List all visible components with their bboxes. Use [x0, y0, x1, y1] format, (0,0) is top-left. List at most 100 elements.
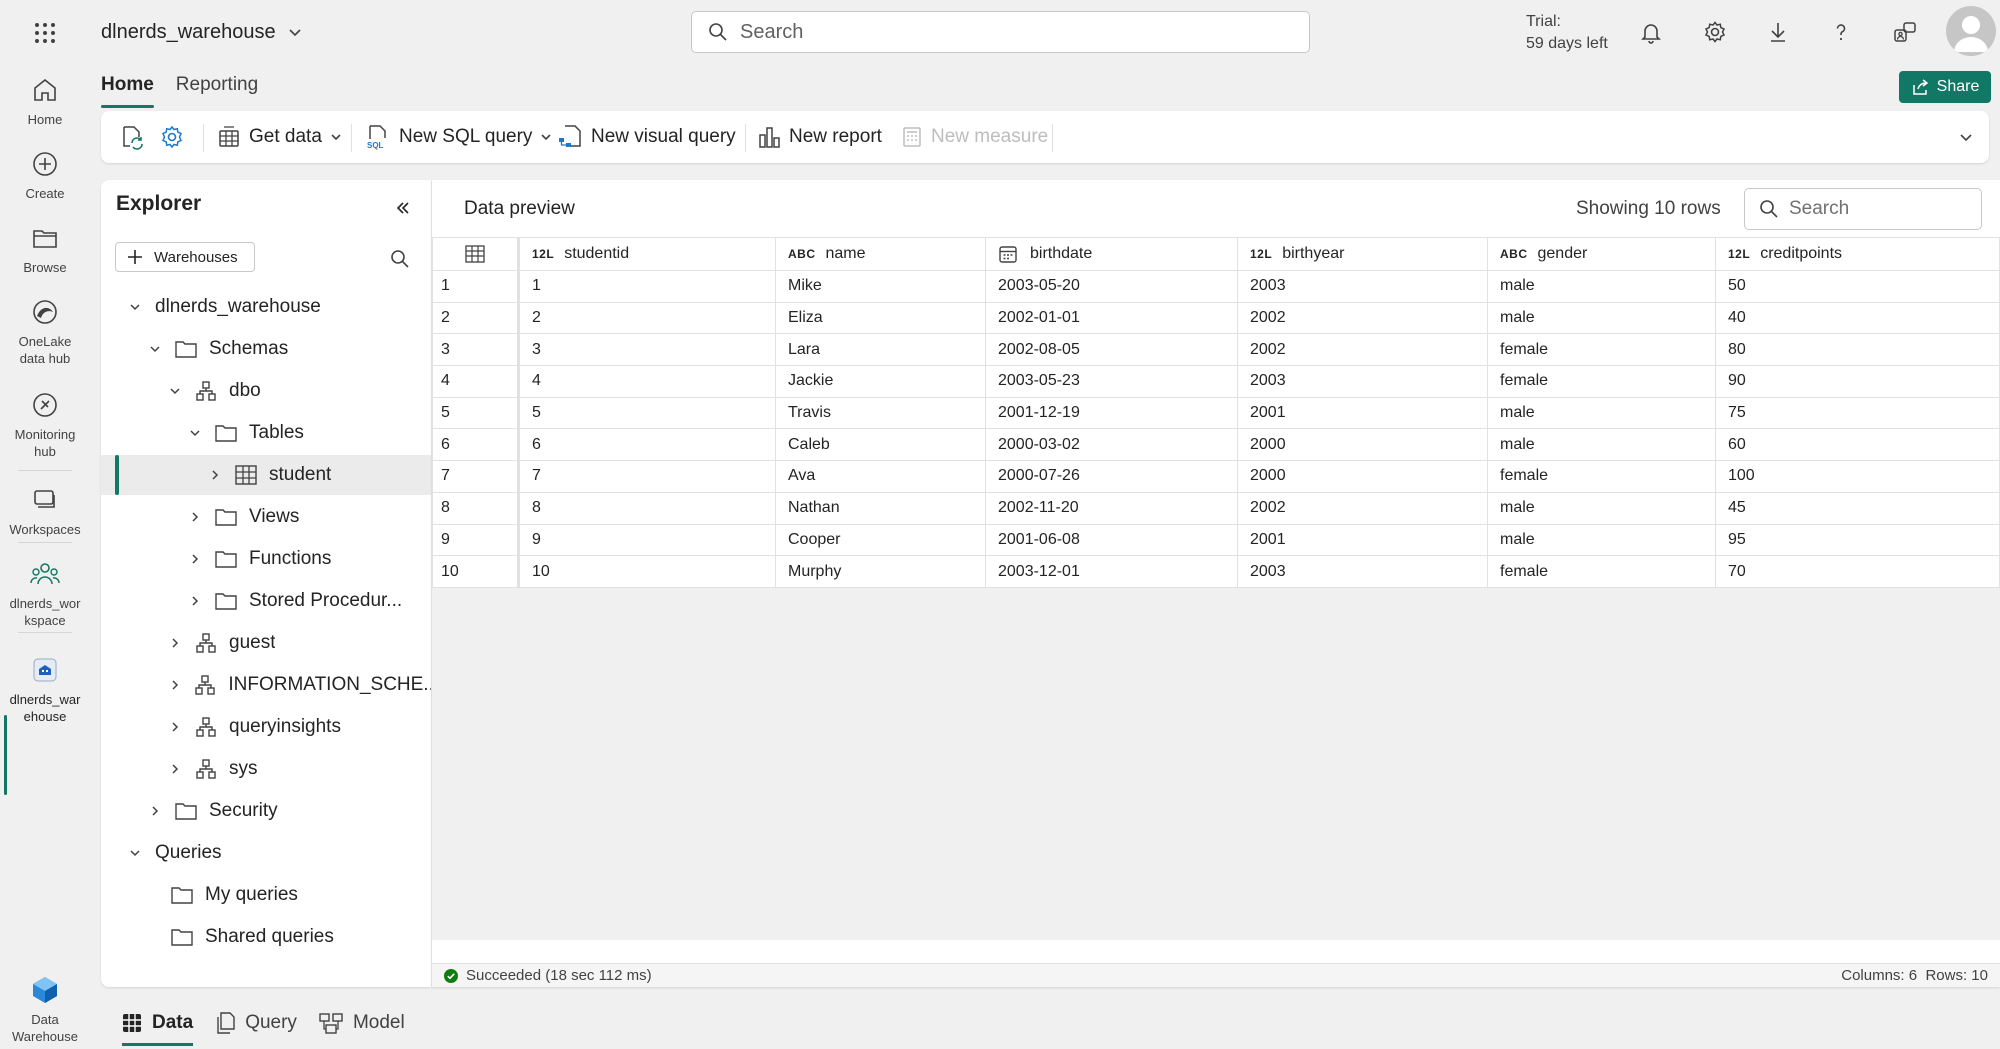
table-cell[interactable]: 2 — [518, 301, 776, 335]
rail-item-dlnerds-workspace[interactable]: dlnerds_workspace — [0, 558, 90, 629]
table-cell[interactable]: 2001 — [1237, 523, 1488, 557]
new-sql-query-button[interactable]: SQL New SQL query — [365, 111, 552, 163]
explorer-search-button[interactable] — [385, 244, 415, 274]
tree-item-security[interactable]: Security — [101, 791, 431, 831]
rail-item-home[interactable]: Home — [0, 74, 90, 128]
table-cell[interactable]: male — [1487, 270, 1716, 303]
rail-item-onelake[interactable]: OneLake data hub — [0, 296, 90, 367]
table-cell[interactable]: 8 — [518, 491, 776, 525]
row-number-cell[interactable]: 5 — [432, 396, 520, 430]
table-cell[interactable]: 40 — [1715, 301, 2000, 335]
table-cell[interactable]: 2000 — [1237, 460, 1488, 493]
table-cell[interactable]: male — [1487, 491, 1716, 525]
new-visual-query-button[interactable]: New visual query — [557, 111, 736, 163]
table-cell[interactable]: 2002 — [1237, 301, 1488, 335]
row-number-cell[interactable]: 4 — [432, 365, 520, 398]
table-cell[interactable]: 2002 — [1237, 491, 1488, 525]
table-cell[interactable]: 95 — [1715, 523, 2000, 557]
tree-item-queries[interactable]: Queries — [101, 833, 431, 873]
row-number-cell[interactable]: 7 — [432, 460, 520, 493]
rail-item-workspaces[interactable]: Workspaces — [0, 484, 90, 538]
table-cell[interactable]: 2003-12-01 — [985, 555, 1238, 588]
table-cell[interactable]: Mike — [775, 270, 986, 303]
settings-gear-icon[interactable] — [1697, 14, 1733, 50]
table-cell[interactable]: 7 — [518, 460, 776, 493]
table-cell[interactable]: 3 — [518, 333, 776, 367]
column-header-name[interactable]: ABC name — [775, 237, 986, 271]
table-cell[interactable]: 50 — [1715, 270, 2000, 303]
table-cell[interactable]: female — [1487, 460, 1716, 493]
table-cell[interactable]: Ava — [775, 460, 986, 493]
tree-item-my-queries[interactable]: My queries — [101, 875, 431, 915]
new-measure-button[interactable]: New measure — [901, 111, 1048, 163]
table-cell[interactable]: 2000 — [1237, 428, 1488, 462]
column-header-creditpoints[interactable]: 12L creditpoints — [1715, 237, 2000, 271]
row-number-cell[interactable]: 6 — [432, 428, 520, 462]
select-all-cell[interactable] — [432, 237, 520, 271]
table-cell[interactable]: 2002-08-05 — [985, 333, 1238, 367]
table-cell[interactable]: female — [1487, 555, 1716, 588]
table-cell[interactable]: female — [1487, 333, 1716, 367]
row-number-cell[interactable]: 1 — [432, 270, 520, 303]
table-cell[interactable]: 2002-01-01 — [985, 301, 1238, 335]
table-cell[interactable]: Nathan — [775, 491, 986, 525]
table-cell[interactable]: Cooper — [775, 523, 986, 557]
table-cell[interactable]: 2003 — [1237, 555, 1488, 588]
new-report-button[interactable]: New report — [757, 111, 882, 163]
column-header-gender[interactable]: ABC gender — [1487, 237, 1716, 271]
table-row[interactable]: 10 10 Murphy 2003-12-01 2003 female 70 — [432, 555, 2000, 588]
tree-item-guest[interactable]: guest — [101, 623, 431, 663]
table-row[interactable]: 5 5 Travis 2001-12-19 2001 male 75 — [432, 396, 2000, 430]
table-cell[interactable]: 10 — [518, 555, 776, 588]
table-cell[interactable]: 45 — [1715, 491, 2000, 525]
table-cell[interactable]: 6 — [518, 428, 776, 462]
table-cell[interactable]: 2003 — [1237, 270, 1488, 303]
table-cell[interactable]: 2001-12-19 — [985, 396, 1238, 430]
rail-item-dlnerds-warehouse[interactable]: dlnerds_warehouse — [0, 654, 90, 725]
column-header-birthyear[interactable]: 12L birthyear — [1237, 237, 1488, 271]
table-cell[interactable]: Lara — [775, 333, 986, 367]
column-header-birthdate[interactable]: birthdate — [985, 237, 1238, 271]
user-avatar[interactable] — [1946, 6, 1996, 56]
tree-item-stored-procedures[interactable]: Stored Procedur... — [101, 581, 431, 621]
collapse-explorer-button[interactable] — [389, 194, 417, 222]
row-number-cell[interactable]: 9 — [432, 523, 520, 557]
table-cell[interactable]: 2003-05-23 — [985, 365, 1238, 398]
table-cell[interactable]: 80 — [1715, 333, 2000, 367]
table-cell[interactable]: Murphy — [775, 555, 986, 588]
help-icon[interactable] — [1823, 14, 1859, 50]
table-cell[interactable]: 2002-11-20 — [985, 491, 1238, 525]
table-cell[interactable]: 2003-05-20 — [985, 270, 1238, 303]
table-cell[interactable]: 2000-03-02 — [985, 428, 1238, 462]
feedback-icon[interactable] — [1887, 14, 1923, 50]
tree-item-views[interactable]: Views — [101, 497, 431, 537]
table-cell[interactable]: Travis — [775, 396, 986, 430]
tab-data[interactable]: Data — [122, 1000, 194, 1046]
preview-search-input[interactable] — [1789, 198, 2000, 220]
table-cell[interactable]: male — [1487, 428, 1716, 462]
table-row[interactable]: 4 4 Jackie 2003-05-23 2003 female 90 — [432, 365, 2000, 398]
app-launcher-icon[interactable] — [30, 18, 60, 48]
row-number-cell[interactable]: 8 — [432, 491, 520, 525]
settings-button[interactable] — [159, 111, 185, 163]
ribbon-expand-button[interactable] — [1959, 111, 1973, 163]
download-icon[interactable] — [1760, 14, 1796, 50]
add-warehouses-button[interactable]: Warehouses — [115, 242, 255, 272]
refresh-button[interactable] — [119, 111, 145, 163]
table-cell[interactable]: Jackie — [775, 365, 986, 398]
tab-model[interactable]: Model — [319, 1000, 405, 1046]
tree-item-student[interactable]: student — [101, 455, 431, 495]
table-cell[interactable]: 90 — [1715, 365, 2000, 398]
tree-item-sys[interactable]: sys — [101, 749, 431, 789]
table-cell[interactable]: 2001-06-08 — [985, 523, 1238, 557]
tree-item-dbo[interactable]: dbo — [101, 371, 431, 411]
table-cell[interactable]: male — [1487, 301, 1716, 335]
table-row[interactable]: 2 2 Eliza 2002-01-01 2002 male 40 — [432, 301, 2000, 335]
table-cell[interactable]: 100 — [1715, 460, 2000, 493]
preview-search-box[interactable] — [1744, 188, 2000, 230]
table-cell[interactable]: Caleb — [775, 428, 986, 462]
table-cell[interactable]: 75 — [1715, 396, 2000, 430]
table-cell[interactable]: Eliza — [775, 301, 986, 335]
tree-item-warehouse[interactable]: dlnerds_warehouse — [101, 287, 431, 327]
tab-home[interactable]: Home — [101, 70, 154, 108]
